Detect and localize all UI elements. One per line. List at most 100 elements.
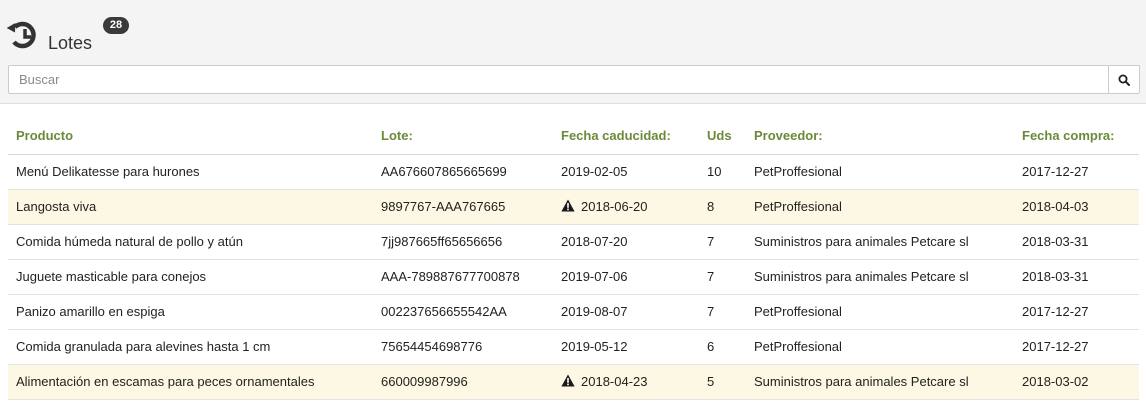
cell-uds-text: 8 — [707, 199, 715, 214]
lots-table: Producto Lote: Fecha caducidad: Uds Prov… — [8, 118, 1139, 400]
warning-icon — [561, 374, 575, 387]
cell-producto-text: Comida granulada para alevines hasta 1 c… — [16, 339, 271, 354]
history-icon — [6, 21, 36, 49]
cell-fecha-caducidad-text: 2019-02-05 — [561, 164, 628, 179]
cell-producto-text: Menú Delikatesse para hurones — [16, 164, 200, 179]
cell-proveedor-text: PetProffesional — [754, 199, 842, 214]
column-header-lote[interactable]: Lote: — [373, 118, 553, 155]
cell-fecha-caducidad: 2019-05-12 — [553, 329, 699, 365]
cell-fecha-caducidad: 2019-02-05 — [553, 154, 699, 190]
cell-fecha-caducidad: 2018-07-20 — [553, 224, 699, 260]
cell-fecha-compra: 2018-03-31 — [1014, 259, 1139, 295]
cell-producto-text: Alimentación en escamas para peces ornam… — [16, 374, 315, 389]
search-input[interactable] — [8, 65, 1108, 94]
cell-fecha-compra: 2018-03-31 — [1014, 224, 1139, 260]
page-header: Lotes 28 — [0, 0, 1146, 104]
column-header-uds[interactable]: Uds — [699, 118, 746, 155]
cell-uds: 7 — [699, 259, 746, 295]
cell-lote-text: AA676607865665699 — [381, 164, 507, 179]
table-header-row: Producto Lote: Fecha caducidad: Uds Prov… — [8, 118, 1139, 155]
cell-lote: 660009987996 — [373, 364, 553, 400]
table-row[interactable]: Alimentación en escamas para peces ornam… — [8, 364, 1139, 400]
column-header-fecha-compra[interactable]: Fecha compra: — [1014, 118, 1139, 155]
cell-fecha-compra: 2018-04-03 — [1014, 189, 1139, 225]
cell-proveedor-text: PetProffesional — [754, 164, 842, 179]
table-row[interactable]: Comida granulada para alevines hasta 1 c… — [8, 329, 1139, 365]
cell-fecha-compra: 2017-12-27 — [1014, 329, 1139, 365]
cell-proveedor-text: PetProffesional — [754, 339, 842, 354]
column-header-proveedor[interactable]: Proveedor: — [746, 118, 1014, 155]
table-row[interactable]: Comida húmeda natural de pollo y atún 7jj… — [8, 224, 1139, 260]
cell-fecha-caducidad: 2019-07-06 — [553, 259, 699, 295]
page-title: Lotes — [48, 33, 93, 53]
column-header-fecha-caducidad[interactable]: Fecha caducidad: — [553, 118, 699, 155]
cell-fecha-caducidad-text: 2018-04-23 — [581, 374, 648, 389]
cell-producto-text: Panizo amarillo en espiga — [16, 304, 165, 319]
cell-lote-text: 9897767-AAA767665 — [381, 199, 506, 214]
cell-lote: 75654454698776 — [373, 329, 553, 365]
cell-uds-text: 7 — [707, 234, 715, 249]
cell-proveedor: PetProffesional — [746, 294, 1014, 330]
cell-producto: Alimentación en escamas para peces ornam… — [8, 364, 373, 400]
cell-uds-text: 7 — [707, 269, 715, 284]
cell-proveedor-text: Suministros para animales Petcare sl — [754, 234, 969, 249]
cell-fecha-compra-text: 2017-12-27 — [1022, 164, 1089, 179]
cell-lote: AAA-789887677700878 — [373, 259, 553, 295]
cell-lote: 9897767-AAA767665 — [373, 189, 553, 225]
cell-lote-text: 002237656655542AA — [381, 304, 507, 319]
cell-lote: 7jj987665ff65656656 — [373, 224, 553, 260]
cell-fecha-caducidad-text: 2019-08-07 — [561, 304, 628, 319]
cell-fecha-compra: 2018-03-02 — [1014, 364, 1139, 400]
cell-proveedor-text: Suministros para animales Petcare sl — [754, 269, 969, 284]
cell-proveedor: Suministros para animales Petcare sl — [746, 224, 1014, 260]
cell-uds-text: 5 — [707, 374, 715, 389]
cell-producto-text: Langosta viva — [16, 199, 97, 214]
cell-lote-text: 7jj987665ff65656656 — [381, 234, 503, 249]
cell-uds: 6 — [699, 329, 746, 365]
cell-producto: Panizo amarillo en espiga — [8, 294, 373, 330]
cell-uds-text: 6 — [707, 339, 715, 354]
search-bar — [8, 65, 1140, 94]
column-header-producto[interactable]: Producto — [8, 118, 373, 155]
cell-fecha-compra-text: 2018-03-02 — [1022, 374, 1089, 389]
cell-fecha-compra-text: 2018-03-31 — [1022, 269, 1089, 284]
cell-lote: AA676607865665699 — [373, 154, 553, 190]
cell-fecha-caducidad: 2019-08-07 — [553, 294, 699, 330]
cell-proveedor-text: Suministros para animales Petcare sl — [754, 374, 969, 389]
cell-uds: 7 — [699, 224, 746, 260]
search-button[interactable] — [1108, 65, 1140, 94]
table-row[interactable]: Juguete masticable para conejos AAA-78988… — [8, 259, 1139, 295]
cell-uds: 8 — [699, 189, 746, 225]
cell-producto-text: Juguete masticable para conejos — [16, 269, 207, 284]
cell-fecha-compra-text: 2017-12-27 — [1022, 304, 1089, 319]
cell-uds-text: 10 — [707, 164, 722, 179]
cell-lote-text: 660009987996 — [381, 374, 468, 389]
table-row[interactable]: Langosta viva 9897767-AAA767665 2018-06-20… — [8, 189, 1139, 225]
cell-uds-text: 7 — [707, 304, 715, 319]
cell-fecha-compra-text: 2018-03-31 — [1022, 234, 1089, 249]
cell-fecha-caducidad: 2018-04-23 — [553, 364, 699, 400]
search-icon — [1118, 74, 1130, 86]
cell-fecha-caducidad-text: 2018-07-20 — [561, 234, 628, 249]
cell-proveedor: PetProffesional — [746, 154, 1014, 190]
cell-fecha-caducidad: 2018-06-20 — [553, 189, 699, 225]
cell-proveedor: Suministros para animales Petcare sl — [746, 259, 1014, 295]
table-row[interactable]: Menú Delikatesse para hurones AA676607865… — [8, 154, 1139, 190]
cell-fecha-compra: 2017-12-27 — [1014, 154, 1139, 190]
cell-producto: Comida granulada para alevines hasta 1 c… — [8, 329, 373, 365]
cell-lote: 002237656655542AA — [373, 294, 553, 330]
count-badge: 28 — [103, 17, 129, 34]
cell-proveedor-text: PetProffesional — [754, 304, 842, 319]
cell-producto: Juguete masticable para conejos — [8, 259, 373, 295]
cell-fecha-caducidad-text: 2019-05-12 — [561, 339, 628, 354]
cell-producto-text: Comida húmeda natural de pollo y atún — [16, 234, 243, 249]
cell-proveedor: Suministros para animales Petcare sl — [746, 364, 1014, 400]
cell-fecha-compra-text: 2018-04-03 — [1022, 199, 1089, 214]
cell-fecha-caducidad-text: 2018-06-20 — [581, 199, 648, 214]
cell-producto: Comida húmeda natural de pollo y atún — [8, 224, 373, 260]
cell-fecha-compra: 2017-12-27 — [1014, 294, 1139, 330]
cell-producto: Menú Delikatesse para hurones — [8, 154, 373, 190]
cell-uds: 10 — [699, 154, 746, 190]
cell-uds: 5 — [699, 364, 746, 400]
table-row[interactable]: Panizo amarillo en espiga 002237656655542… — [8, 294, 1139, 330]
